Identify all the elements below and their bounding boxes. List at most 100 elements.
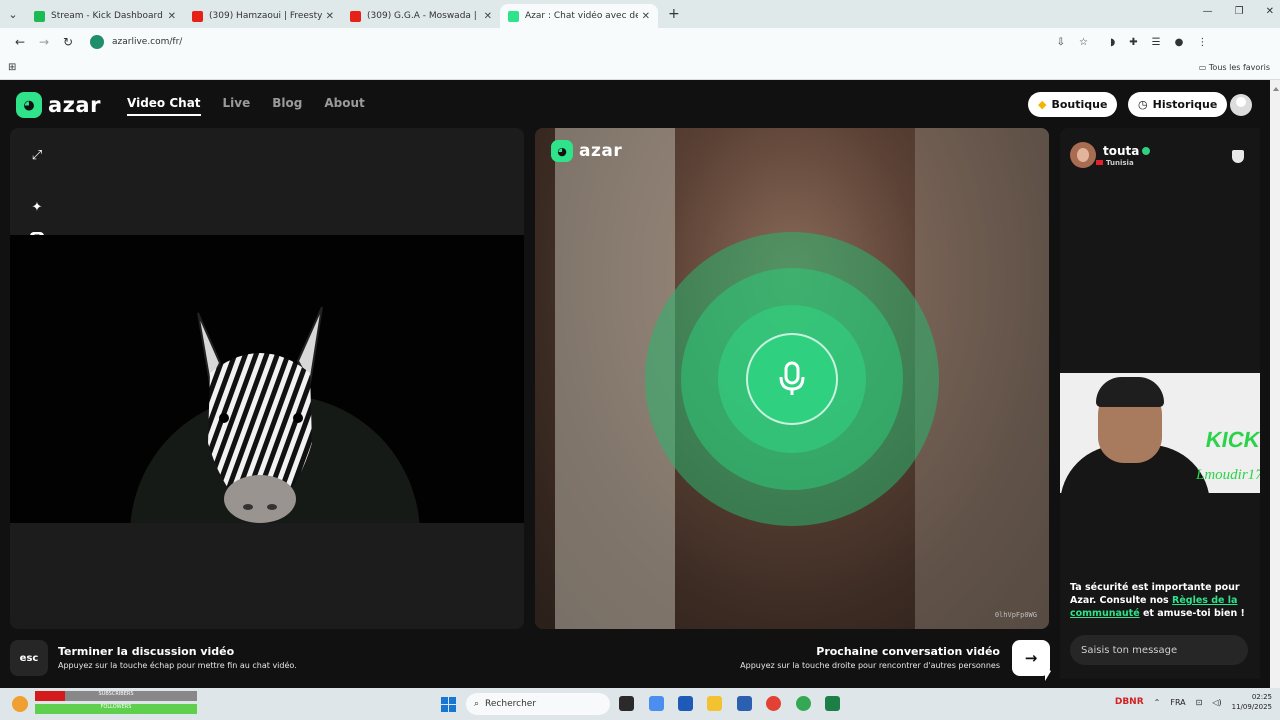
- stream-goal-overlay: SUBSCRIBERS FOLLOWERS: [35, 691, 197, 715]
- kick-favicon-icon: [34, 10, 45, 22]
- close-window-icon[interactable]: ✕: [1266, 6, 1274, 17]
- browser-tab[interactable]: (309) G.G.A - Moswada | موسودة ✕: [342, 4, 500, 28]
- message-input[interactable]: Saisis ton message: [1070, 635, 1248, 665]
- azar-logo[interactable]: ◕ azar: [16, 92, 101, 118]
- extensions-puzzle-icon[interactable]: ✚: [1129, 37, 1137, 48]
- forward-icon[interactable]: →: [32, 35, 56, 49]
- back-icon[interactable]: ←: [8, 35, 32, 49]
- peer-info[interactable]: touta Tunisia: [1070, 142, 1151, 168]
- safety-notice: Ta sécurité est importante pour Azar. Co…: [1070, 582, 1245, 619]
- streamer-name: Lmoudir17: [1196, 467, 1260, 483]
- end-chat-esc-button[interactable]: esc: [10, 640, 48, 676]
- chat-panel: touta Tunisia KICK Lmoudir17 Ta sécurité…: [1060, 128, 1260, 679]
- url-field[interactable]: azarlive.com/fr/ ⇩ ☆: [86, 31, 1096, 53]
- minimize-icon[interactable]: —: [1203, 6, 1213, 17]
- nav-live[interactable]: Live: [223, 96, 251, 116]
- followers-goal-bar: FOLLOWERS: [35, 704, 197, 714]
- address-bar-row: ← → ↻ azarlive.com/fr/ ⇩ ☆ ◗ ✚ ☰ ● ⋮: [0, 28, 1280, 56]
- network-icon[interactable]: ⊡: [1196, 698, 1203, 707]
- extensions-area: ◗ ✚ ☰ ● ⋮: [1110, 37, 1207, 48]
- youtube-favicon-icon: [192, 10, 203, 22]
- window-controls: — ❐ ✕: [1203, 6, 1274, 17]
- apps-grid-icon[interactable]: ⊞: [8, 62, 16, 73]
- azar-app: ◕ azar Video Chat Live Blog About ◆ Bout…: [0, 80, 1270, 688]
- streamer-headset: [1096, 377, 1164, 407]
- flag-icon: [1096, 160, 1103, 165]
- file-explorer-icon[interactable]: [707, 696, 722, 711]
- notepad-icon[interactable]: [737, 696, 752, 711]
- next-chat-subtitle: Appuyez sur la touche droite pour rencon…: [740, 661, 1000, 670]
- microphone-icon: [779, 361, 805, 395]
- browser-tab[interactable]: (309) Hamzaoui | Freestyle @R ✕: [184, 4, 342, 28]
- peer-name: touta: [1103, 143, 1140, 158]
- verified-icon: [1142, 146, 1151, 155]
- subscribers-goal-bar: SUBSCRIBERS: [35, 691, 197, 701]
- install-app-icon[interactable]: ⇩: [1057, 37, 1065, 48]
- close-tab-icon[interactable]: ✕: [484, 11, 492, 22]
- weather-widget-icon[interactable]: [12, 696, 28, 712]
- kick-logo: KICK: [1203, 427, 1260, 452]
- arrow-right-icon: →: [1024, 649, 1038, 667]
- windows-taskbar: SUBSCRIBERS FOLLOWERS ⌕ Rechercher DBNR …: [0, 688, 1280, 720]
- bookmarks-bar: ⊞ ▭ Tous les favoris: [0, 56, 1280, 80]
- browser-tab[interactable]: Stream - Kick Dashboard ✕: [26, 4, 184, 28]
- page-scrollbar[interactable]: [1270, 80, 1280, 688]
- browser-menu-icon[interactable]: ⋮: [1197, 37, 1207, 48]
- browser-tab-bar: ⌄ Stream - Kick Dashboard ✕ (309) Hamzao…: [0, 0, 1280, 28]
- tab-search-icon[interactable]: ⌄: [0, 8, 26, 21]
- close-tab-icon[interactable]: ✕: [642, 11, 650, 22]
- extension-icon[interactable]: ◗: [1110, 37, 1115, 48]
- my-camera-video: [10, 235, 524, 523]
- clock-icon: ◷: [1138, 98, 1148, 111]
- volume-icon[interactable]: ◁): [1212, 698, 1221, 707]
- peer-country: Tunisia: [1106, 158, 1134, 167]
- nav-blog[interactable]: Blog: [272, 96, 302, 116]
- taskbar-search[interactable]: ⌕ Rechercher: [466, 693, 610, 715]
- partner-video-panel: ◕ azar 0lhVpFp0WG: [535, 128, 1049, 629]
- obs-icon[interactable]: [825, 696, 840, 711]
- end-chat-subtitle: Appuyez sur la touche échap pour mettre …: [58, 661, 297, 670]
- peer-avatar[interactable]: [1070, 142, 1096, 168]
- expand-icon[interactable]: ⤢: [28, 146, 46, 164]
- bookmark-star-icon[interactable]: ☆: [1079, 37, 1088, 48]
- browser-tab-active[interactable]: Azar : Chat vidéo avec de n ✕: [500, 4, 658, 28]
- restore-icon[interactable]: ❐: [1235, 6, 1244, 17]
- sparkle-effects-icon[interactable]: ✦: [28, 198, 46, 216]
- site-info-icon[interactable]: [90, 35, 104, 49]
- new-tab-icon[interactable]: +: [668, 6, 680, 22]
- my-camera-panel: ⤢ ✦ ☺: [10, 128, 524, 629]
- boutique-button[interactable]: ◆ Boutique: [1028, 92, 1118, 117]
- language-indicator[interactable]: FRA: [1170, 698, 1185, 707]
- nav-video-chat[interactable]: Video Chat: [127, 96, 201, 116]
- azar-favicon-icon: [508, 10, 519, 22]
- windows-start-icon[interactable]: [441, 697, 456, 712]
- chrome-active-icon[interactable]: [796, 696, 811, 711]
- close-tab-icon[interactable]: ✕: [326, 11, 334, 22]
- microphone-button[interactable]: [746, 333, 838, 425]
- end-chat-title: Terminer la discussion vidéo: [58, 645, 235, 658]
- report-shield-icon[interactable]: [1232, 150, 1244, 163]
- search-icon: ⌕: [474, 699, 480, 709]
- youtube-favicon-icon: [350, 10, 361, 22]
- task-view-icon[interactable]: [619, 696, 634, 711]
- copilot-icon[interactable]: [649, 696, 664, 711]
- nav-about[interactable]: About: [324, 96, 364, 116]
- azar-logo-icon: ◕: [16, 92, 42, 118]
- close-tab-icon[interactable]: ✕: [168, 11, 176, 22]
- profile-icon[interactable]: ●: [1175, 37, 1184, 48]
- store-icon[interactable]: [678, 696, 693, 711]
- history-button[interactable]: ◷ Historique: [1128, 92, 1228, 117]
- taskbar-clock[interactable]: 02:25 11/09/2025: [1232, 692, 1272, 712]
- chrome-icon[interactable]: [766, 696, 781, 711]
- subscribers-goal-fill: [35, 691, 65, 701]
- streamer-webcam-overlay: KICK Lmoudir17: [1060, 373, 1260, 493]
- tray-expand-icon[interactable]: ⌃: [1154, 698, 1161, 707]
- reading-list-icon[interactable]: ☰: [1152, 37, 1161, 48]
- tray-dbnr[interactable]: DBNR: [1115, 697, 1144, 707]
- user-avatar[interactable]: [1230, 94, 1252, 116]
- system-tray: DBNR ⌃ FRA ⊡ ◁) 02:25 11/09/2025: [1115, 692, 1272, 712]
- mouse-cursor-icon: [1045, 667, 1051, 681]
- all-bookmarks[interactable]: ▭ Tous les favoris: [1199, 63, 1270, 72]
- next-chat-title: Prochaine conversation vidéo: [816, 645, 1000, 658]
- reload-icon[interactable]: ↻: [56, 35, 80, 49]
